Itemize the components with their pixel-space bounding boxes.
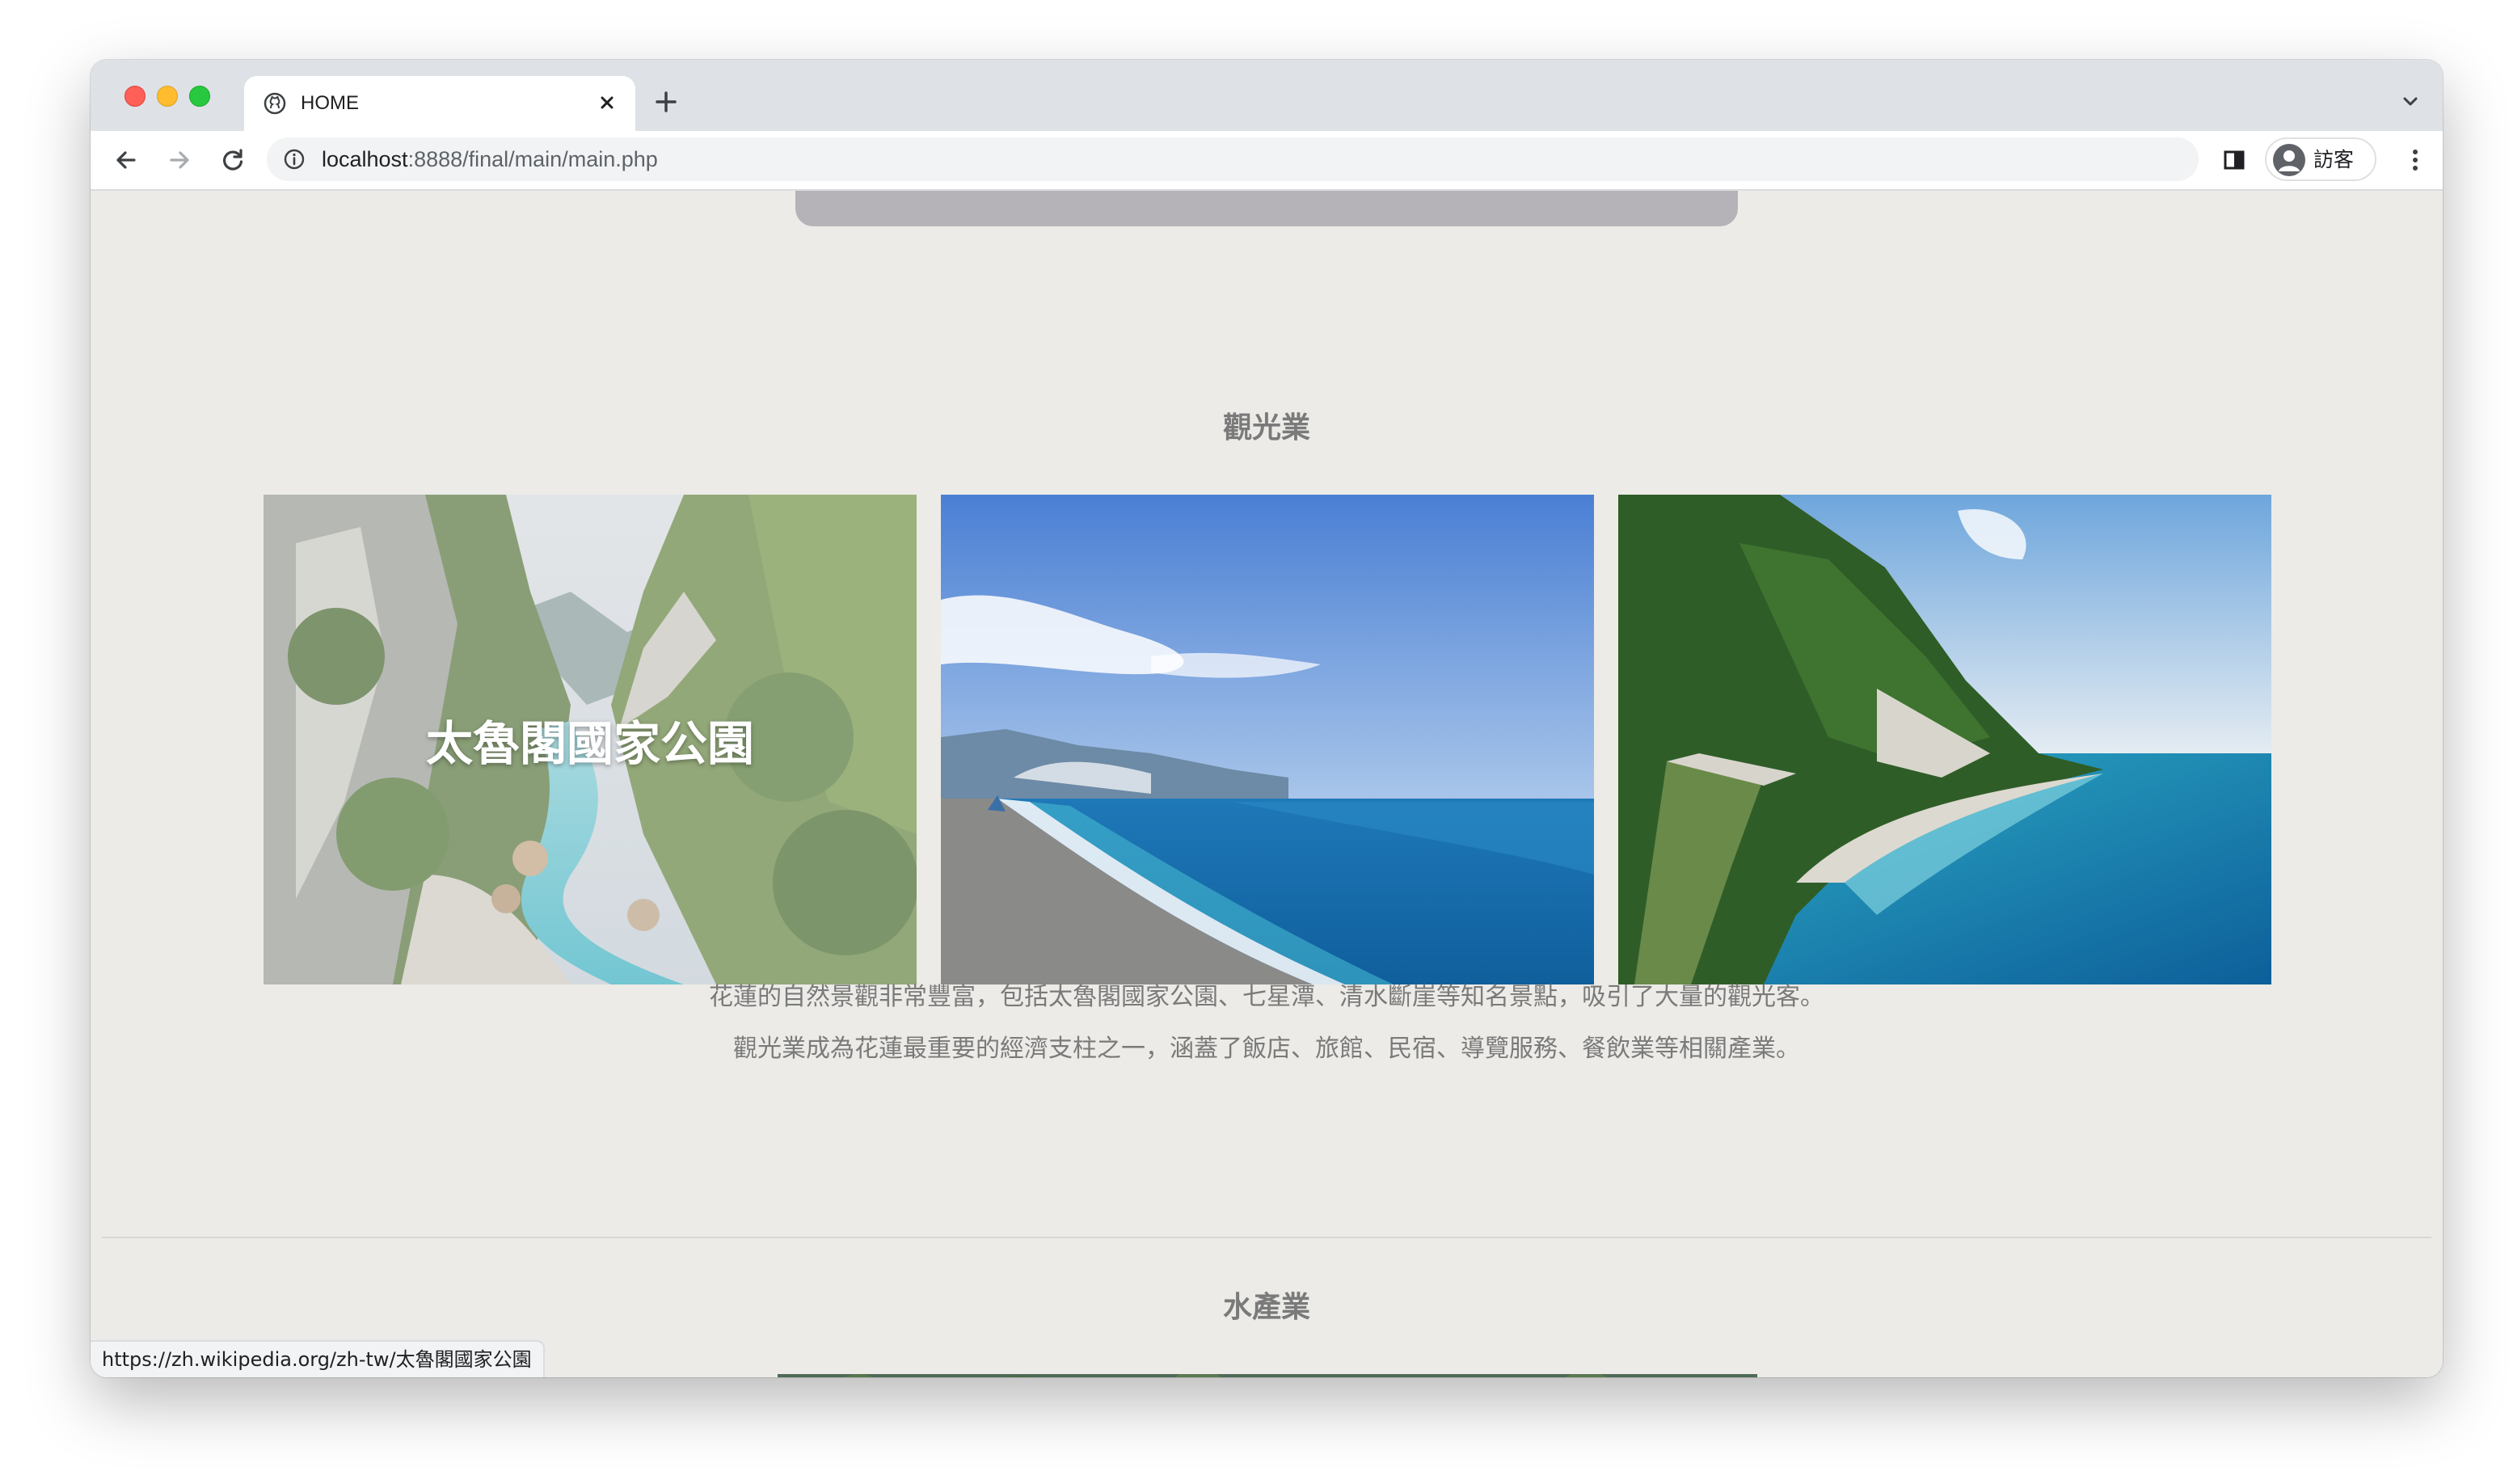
photo-caption: 太魯閣國家公園 — [425, 716, 754, 771]
qingshui-cliff-image — [1618, 495, 2271, 984]
zoom-window-button[interactable] — [189, 86, 210, 107]
reload-icon — [223, 149, 243, 171]
forward-button[interactable] — [162, 142, 197, 178]
photo-qixingtan-beach[interactable] — [941, 495, 1594, 984]
tab-search-button[interactable] — [2394, 86, 2427, 118]
close-window-button[interactable] — [124, 86, 145, 107]
side-panel-button[interactable] — [2218, 144, 2250, 176]
url-path: :8888/final/main/main.php — [407, 147, 658, 171]
avatar-icon — [2273, 144, 2305, 176]
tourism-description: 花蓮的自然景觀非常豐富，包括太魯閣國家公園、七星潭、清水斷崖等知名景點，吸引了大… — [709, 983, 1824, 1063]
section-title-tourism: 觀光業 — [1222, 411, 1310, 445]
info-icon[interactable] — [283, 148, 306, 171]
tab-title: HOME — [301, 92, 359, 114]
close-icon — [601, 96, 614, 109]
browser-menu-button[interactable] — [2399, 144, 2431, 176]
plus-icon — [656, 91, 677, 112]
photo-taroko-gorge[interactable]: 太魯閣國家公園 — [264, 495, 917, 984]
github-logo-icon — [264, 92, 286, 115]
arrow-left-icon — [116, 151, 136, 169]
browser-window: HOME localhost:8888/final/main/main.php … — [91, 60, 2443, 1377]
side-panel-icon — [2224, 150, 2245, 170]
link-status-bar: https://zh.wikipedia.org/zh-tw/太魯閣國家公園 — [91, 1340, 545, 1377]
tab-close-button[interactable] — [593, 89, 621, 116]
chevron-down-icon — [2403, 97, 2418, 106]
tab-strip: HOME — [91, 60, 2443, 131]
reload-button[interactable] — [215, 142, 251, 178]
profile-label: 訪客 — [2313, 148, 2355, 171]
photo-qingshui-cliff[interactable] — [1618, 495, 2271, 984]
url-text: localhost:8888/final/main/main.php — [322, 147, 658, 171]
tab-home[interactable]: HOME — [244, 76, 635, 131]
back-button[interactable] — [108, 142, 144, 178]
photo-fishery[interactable] — [778, 1374, 1757, 1377]
arrow-right-icon — [170, 151, 189, 169]
qixingtan-beach-image — [941, 495, 1594, 984]
address-bar[interactable]: localhost:8888/final/main/main.php — [267, 137, 2199, 181]
new-tab-button[interactable] — [650, 86, 682, 118]
section-title-fishery: 水產業 — [1222, 1291, 1310, 1324]
previous-section-panel — [795, 191, 1738, 226]
fishery-image — [778, 1374, 1757, 1377]
page-viewport: 觀光業 太魯閣國家公園 花蓮的自然景觀非常豐富，包括太魯閣國家公園、七星潭、清水… — [91, 191, 2443, 1377]
url-host: localhost — [322, 147, 408, 171]
browser-toolbar: localhost:8888/final/main/main.php 訪客 — [91, 131, 2443, 191]
kebab-menu-icon — [2413, 150, 2418, 171]
section-divider — [102, 1237, 2431, 1238]
minimize-window-button[interactable] — [157, 86, 178, 107]
profile-button[interactable]: 訪客 — [2265, 137, 2376, 181]
